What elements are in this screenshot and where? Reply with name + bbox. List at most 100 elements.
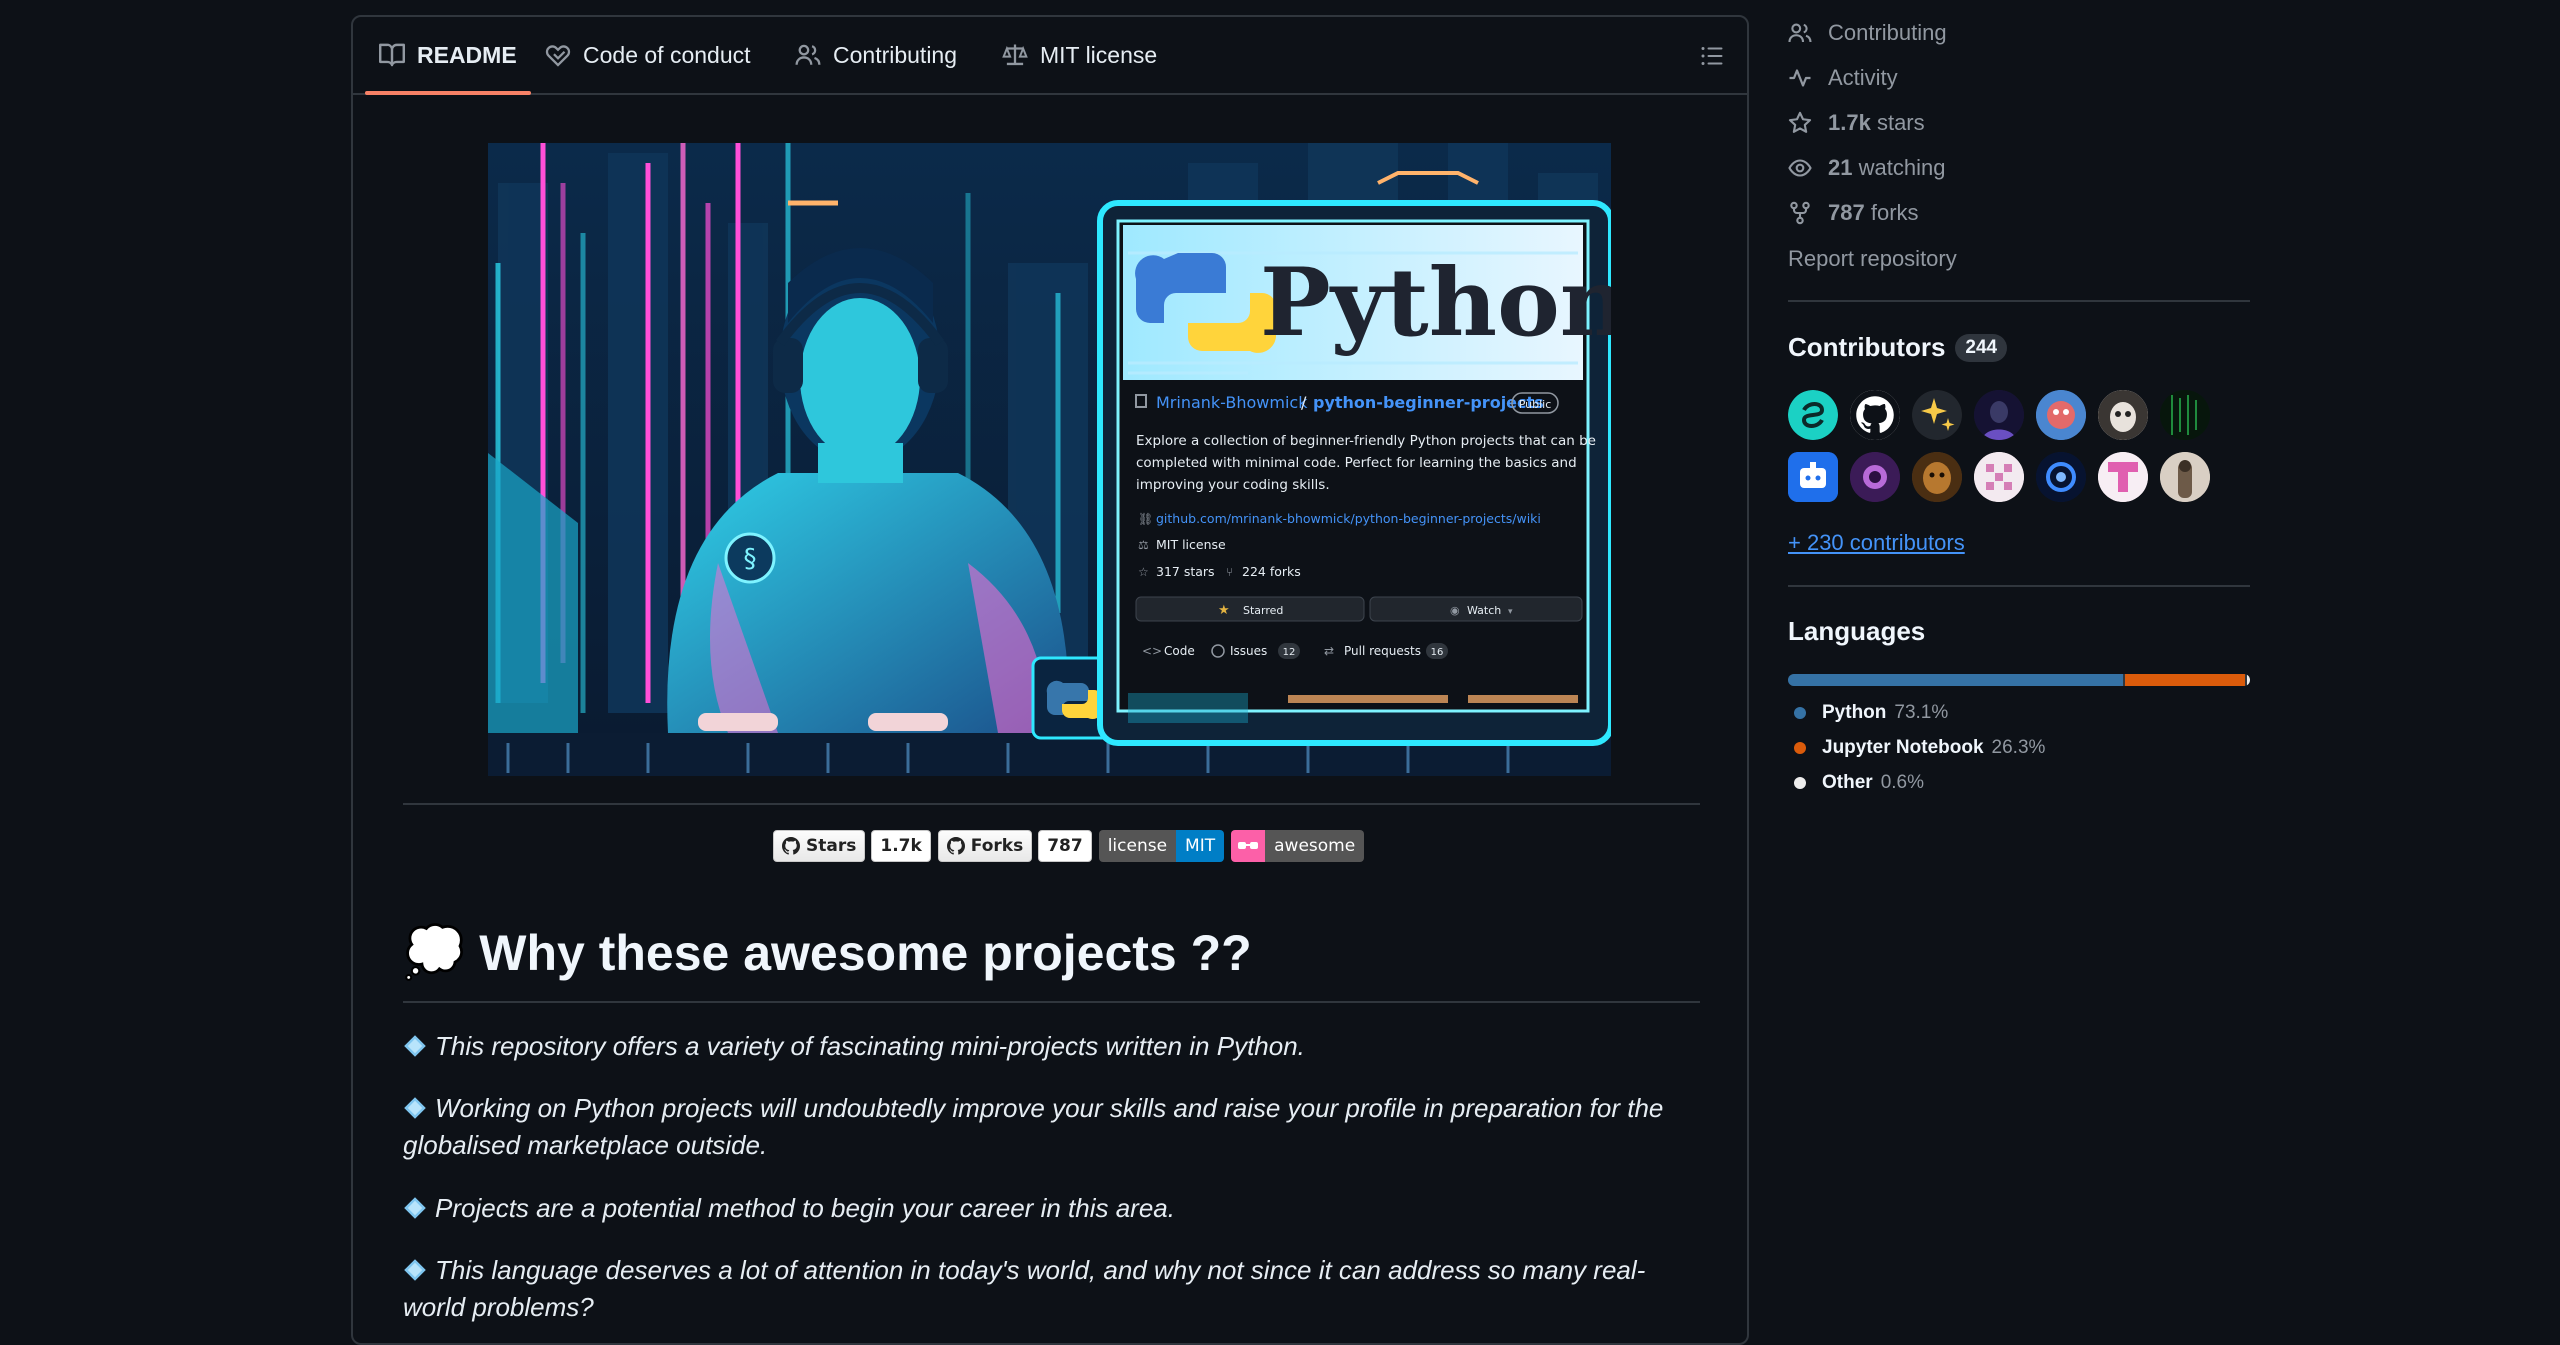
- sidebar-forks-text: 787 forks: [1828, 200, 1919, 226]
- paragraph: Working on Python projects will undoubte…: [403, 1090, 1700, 1164]
- sidebar-stars-link[interactable]: 1.7k stars: [1788, 110, 1925, 136]
- stars-badge[interactable]: Stars 1.7k: [773, 830, 931, 862]
- svg-text:★: ★: [1218, 603, 1230, 618]
- paragraph: This repository offers a variety of fasc…: [403, 1028, 1700, 1065]
- avatar-image: [2160, 390, 2210, 440]
- readme-heading-text: Why these awesome projects ??: [479, 924, 1252, 981]
- contributor-avatar[interactable]: [1850, 390, 1900, 440]
- hero-owner: Mrinank-Bhowmick: [1156, 393, 1308, 412]
- eye-icon: [1788, 159, 1812, 177]
- language-color-dot: [1794, 742, 1806, 754]
- repo-forked-icon: [1790, 201, 1810, 225]
- contributor-avatar[interactable]: [1974, 390, 2024, 440]
- svg-text:☆: ☆: [1138, 565, 1149, 579]
- sidebar-watching-count: 21: [1828, 155, 1853, 180]
- contributor-avatar[interactable]: [1788, 390, 1838, 440]
- avatar-image: [1850, 452, 1900, 502]
- forks-badge[interactable]: Forks 787: [937, 830, 1092, 862]
- tab-contributing[interactable]: Contributing: [795, 17, 957, 93]
- language-python[interactable]: Python 73.1%: [1788, 702, 1948, 724]
- contributor-avatar[interactable]: [1788, 452, 1838, 502]
- contributors-title: Contributors: [1788, 332, 1946, 362]
- sidebar-stars-text: 1.7k stars: [1828, 110, 1925, 136]
- language-name: Jupyter Notebook: [1822, 737, 1984, 758]
- languages-title: Languages: [1788, 616, 1926, 646]
- hero-visibility: Public: [1519, 398, 1552, 411]
- svg-text:⑂: ⑂: [1226, 565, 1233, 579]
- more-contributors-link[interactable]: + 230 contributors: [1788, 530, 1965, 556]
- language-name: Other: [1822, 772, 1873, 793]
- hero-link: github.com/mrinank-bhowmick/python-begin…: [1156, 511, 1541, 526]
- readme-panel: README Code of conduct Contributing MIT …: [351, 15, 1749, 1345]
- contributor-avatar[interactable]: [2160, 452, 2210, 502]
- github-icon: [946, 837, 965, 855]
- svg-text:⇄: ⇄: [1324, 644, 1334, 658]
- avatar-image: [2160, 452, 2210, 502]
- avatar-image: [1788, 390, 1838, 440]
- language-percent: 73.1%: [1894, 702, 1949, 723]
- book-icon: [379, 43, 405, 67]
- sparkles-icon: [1912, 390, 1962, 440]
- avatar-image: [2098, 390, 2148, 440]
- svg-text:§: §: [744, 544, 757, 574]
- hero-issues-count: 12: [1283, 647, 1296, 658]
- avatar-image: [1912, 452, 1962, 502]
- svg-text:<>: <>: [1142, 644, 1162, 658]
- contributor-avatar[interactable]: [2098, 452, 2148, 502]
- awesome-badge[interactable]: awesome: [1231, 830, 1365, 862]
- report-repository-label: Report repository: [1788, 246, 1957, 271]
- heading-divider: [403, 1001, 1700, 1003]
- language-other[interactable]: Other 0.6%: [1788, 772, 1924, 794]
- identicon: [1974, 452, 2024, 502]
- tab-readme-label: README: [417, 41, 517, 68]
- languages-bar: [1788, 674, 2250, 686]
- hero-illustration: § Python Mrinank-Bhowmick / python-begin…: [488, 143, 1611, 776]
- sidebar-activity-label: Activity: [1828, 65, 1898, 90]
- dependabot-icon: [1788, 452, 1838, 502]
- list-unordered-icon: [1701, 47, 1723, 65]
- contributor-avatar[interactable]: [2036, 452, 2086, 502]
- sidebar-divider: [1788, 585, 2250, 587]
- language-jupyter-notebook[interactable]: Jupyter Notebook 26.3%: [1788, 737, 2045, 759]
- paragraph-text: This repository offers a variety of fasc…: [435, 1031, 1305, 1061]
- hero-tab-code: Code: [1164, 644, 1195, 658]
- contributor-avatar[interactable]: [1912, 452, 1962, 502]
- outline-button[interactable]: [1695, 39, 1729, 73]
- hero-forks: 224 forks: [1242, 564, 1301, 579]
- people-icon: [795, 44, 821, 65]
- tab-readme[interactable]: README: [365, 17, 531, 95]
- sidebar-watching-link[interactable]: 21 watching: [1788, 155, 1945, 181]
- paragraph: Projects are a potential method to begin…: [403, 1190, 1700, 1227]
- contributors-count-badge: 244: [1955, 333, 2008, 362]
- svg-text:◉: ◉: [1450, 604, 1460, 617]
- hero-tab-pulls: Pull requests: [1344, 644, 1421, 658]
- contributor-avatar[interactable]: [1974, 452, 2024, 502]
- contributor-avatar[interactable]: [1850, 452, 1900, 502]
- diamond-icon: [404, 1259, 426, 1281]
- pulse-icon: [1789, 69, 1811, 87]
- avatar-image: [2036, 390, 2086, 440]
- language-bar-segment: [2124, 674, 2246, 686]
- hero-pulls-count: 16: [1431, 647, 1444, 658]
- diamond-icon: [404, 1197, 426, 1219]
- sidebar-forks-label: forks: [1870, 200, 1919, 225]
- readme-heading: 💭 Why these awesome projects ??: [403, 923, 1252, 982]
- sidebar-contributing-link[interactable]: Contributing: [1788, 20, 1947, 46]
- language-percent: 26.3%: [1991, 737, 2046, 758]
- tab-mit-license[interactable]: MIT license: [1002, 17, 1157, 93]
- contributors-heading[interactable]: Contributors 244: [1788, 332, 2008, 363]
- contributor-avatar[interactable]: [2098, 390, 2148, 440]
- tab-code-of-conduct[interactable]: Code of conduct: [545, 17, 751, 93]
- license-badge-label: license: [1098, 830, 1177, 862]
- avatar-image: [1974, 390, 2024, 440]
- avatar-image: [2036, 452, 2086, 502]
- sidebar-forks-link[interactable]: 787 forks: [1788, 200, 1919, 226]
- report-repository-link[interactable]: Report repository: [1788, 246, 1957, 272]
- language-color-dot: [1794, 707, 1806, 719]
- contributor-avatar[interactable]: [2036, 390, 2086, 440]
- contributor-avatar[interactable]: [1912, 390, 1962, 440]
- contributor-avatar[interactable]: [2160, 390, 2210, 440]
- stars-badge-label-part: Stars: [773, 830, 866, 862]
- sidebar-activity-link[interactable]: Activity: [1788, 65, 1898, 91]
- license-badge[interactable]: license MIT: [1098, 830, 1225, 862]
